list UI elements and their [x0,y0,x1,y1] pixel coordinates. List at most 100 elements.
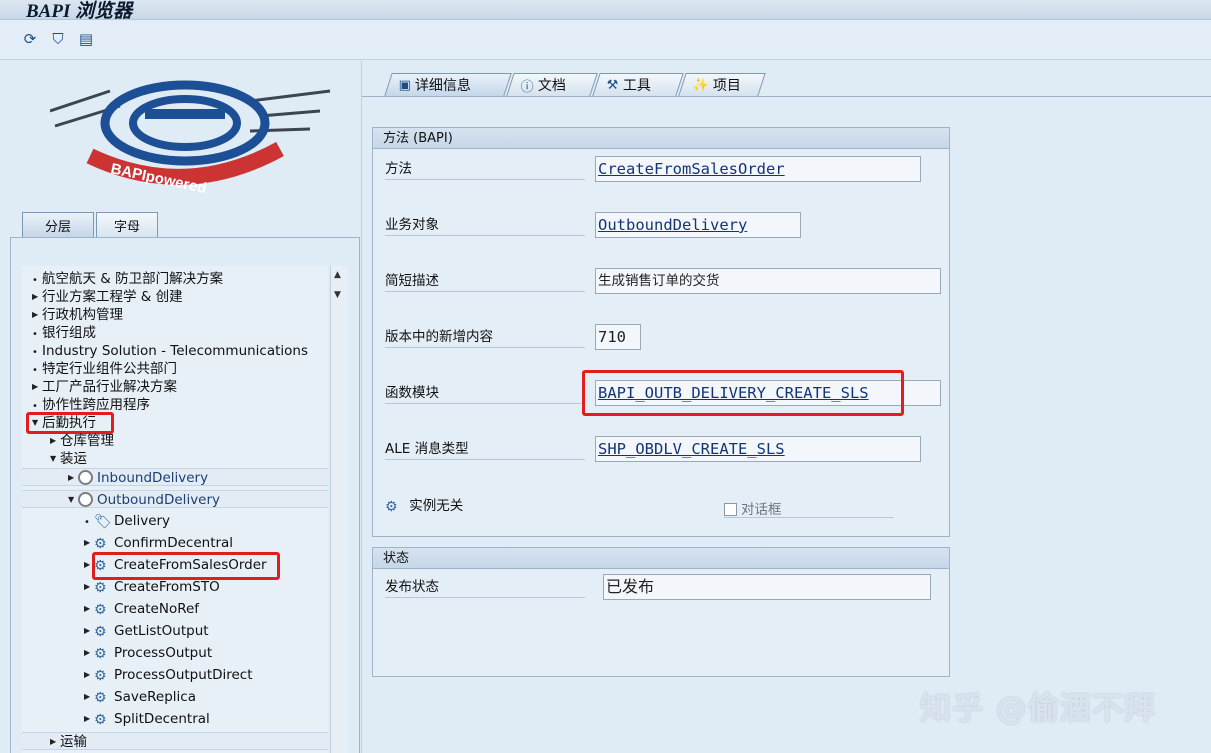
tree-node[interactable]: • Industry Solution - Telecommunications [22,342,308,360]
tree-node-label: ConfirmDecentral [114,535,234,551]
bullet-icon[interactable]: • [84,514,94,532]
tab-hierarchy[interactable]: 分层 [22,212,94,238]
tab-tools[interactable]: ⚒ 工具 [592,73,684,96]
collapse-arrow-icon[interactable]: ▶ [32,306,42,324]
collapse-arrow-icon[interactable]: ▶ [84,688,94,706]
tree-node[interactable]: ▶ ⚙ ProcessOutput [22,644,212,662]
tree-node-label: Industry Solution - Telecommunications [42,343,309,359]
tree-node[interactable]: ▶ ⚙ GetListOutput [22,622,209,640]
method-gear-icon: ⚙ [94,690,107,706]
tools-icon: ⚒ [606,77,619,93]
filter-icon[interactable]: ⛉ [48,29,68,49]
tree-node-label: 仓库管理 [60,433,114,449]
expand-arrow-icon[interactable]: ▼ [68,491,78,509]
scroll-up-icon[interactable]: ▲ [334,270,341,280]
business-object-field[interactable]: OutboundDelivery [595,212,801,238]
scroll-down-icon[interactable]: ▼ [334,290,341,300]
details-icon: ▣ [398,77,412,93]
tree-node-label: 行政机构管理 [42,307,123,323]
tree-node-label: CreateNoRef [114,601,200,617]
collapse-arrow-icon[interactable]: ▶ [84,644,94,662]
tree-node[interactable]: ▶ ⚙ CreateFromSTO [22,578,220,596]
release-status-field[interactable]: 已发布 [603,574,931,600]
tree-node-label: CreateFromSTO [114,579,220,595]
method-gear-icon: ⚙ [94,624,107,640]
tree-node[interactable]: ▼ OutboundDelivery [22,490,328,508]
tree-node[interactable]: • 特定行业组件公共部门 [22,360,177,378]
tree-node[interactable]: ▶ ⚙ SplitDecentral [22,710,210,728]
tree-node[interactable]: ▶ ⚙ SaveReplica [22,688,196,706]
title-bar: BAPI 浏览器 [0,0,1211,22]
collapse-arrow-icon[interactable]: ▶ [84,666,94,684]
collapse-arrow-icon[interactable]: ▶ [50,733,60,751]
collapse-arrow-icon[interactable]: ▶ [84,600,94,618]
tree-node-label: SplitDecentral [114,711,210,727]
key-field-icon: 🏷 [94,514,112,530]
business-object-icon [78,492,93,507]
tree-node[interactable]: ▶ ⚙ ConfirmDecentral [22,534,233,552]
highlight-logistics [26,412,114,434]
tree-node[interactable]: ▶ 行政机构管理 [22,306,123,324]
function-module-highlight [582,370,904,416]
tree-scrollbar[interactable]: ▲ ▼ [330,266,348,753]
tree-node-label: 行业方案工程学 & 创建 [42,289,183,305]
collapse-arrow-icon[interactable]: ▶ [32,288,42,306]
method-group: 方法 (BAPI) 方法 CreateFromSalesOrder 业务对象 O… [372,127,950,537]
tree-node-label: GetListOutput [114,623,209,639]
tree-node-label: 航空航天 & 防卫部门解决方案 [42,271,224,287]
method-field[interactable]: CreateFromSalesOrder [595,156,921,182]
tree-node[interactable]: ▶ InboundDelivery [22,468,328,486]
tree-node[interactable]: • 航空航天 & 防卫部门解决方案 [22,270,223,288]
method-gear-icon: ⚙ [94,712,107,728]
collapse-arrow-icon[interactable]: ▶ [84,710,94,728]
tree-node[interactable]: ▶ 工厂产品行业解决方案 [22,378,177,396]
collapse-arrow-icon[interactable]: ▶ [84,534,94,552]
collapse-arrow-icon[interactable]: ▶ [84,578,94,596]
collapse-arrow-icon[interactable]: ▶ [84,622,94,640]
ale-field[interactable]: SHP_OBDLV_CREATE_SLS [595,436,921,462]
refresh-icon[interactable]: ⟳ [20,29,40,49]
tree-node[interactable]: ▶ ⚙ ProcessOutputDirect [22,666,253,684]
instance-row: ⚙ 实例无关 [385,498,464,515]
short-desc-field[interactable]: 生成销售订单的交货 [595,268,941,294]
release-field[interactable]: 710 [595,324,641,350]
tree-node[interactable]: • 银行组成 [22,324,96,342]
tree-node-label: 银行组成 [42,325,96,341]
tree-node-label: SaveReplica [114,689,196,705]
business-object-icon [78,470,93,485]
tree-node-label: 协作性跨应用程序 [42,397,150,413]
tree-node[interactable]: • 🏷 Delivery [22,512,170,530]
tab-project[interactable]: ✨ 项目 [678,73,766,96]
expand-arrow-icon[interactable]: ▼ [50,450,60,468]
highlight-create-from-sales-order [92,552,280,580]
toolbar: ⟳ ⛉ ▤ [0,20,1211,60]
instance-gear-icon: ⚙ [385,499,398,515]
short-desc-label: 简短描述 [385,270,585,292]
method-gear-icon: ⚙ [94,536,107,552]
tree-node[interactable]: ▶ 运输 [22,732,328,750]
tree-node-label: ProcessOutputDirect [114,667,253,683]
detail-panel: 方法 (BAPI) 方法 CreateFromSalesOrder 业务对象 O… [362,96,1211,753]
collapse-arrow-icon[interactable]: ▶ [32,378,42,396]
ale-label: ALE 消息类型 [385,438,585,460]
collapse-arrow-icon[interactable]: ▶ [50,432,60,450]
method-gear-icon: ⚙ [94,580,107,596]
tree-node[interactable]: ▼ 装运 [22,450,87,468]
tree-node[interactable]: ▶ 仓库管理 [22,432,114,450]
tree-node[interactable]: ▶ ⚙ CreateNoRef [22,600,199,618]
tab-alphabet[interactable]: 字母 [96,212,158,238]
dialog-checkbox[interactable]: 对话框 [724,498,894,518]
method-label: 方法 [385,158,585,180]
checkbox-box[interactable] [724,503,737,516]
release-status-label: 发布状态 [385,576,585,598]
tree-node-label: InboundDelivery [97,470,209,486]
tree-node-label: 装运 [60,451,87,467]
tree-node[interactable]: ▶ 行业方案工程学 & 创建 [22,288,183,306]
status-group: 状态 发布状态 已发布 [372,547,950,677]
bapi-tree: • 航空航天 & 防卫部门解决方案 ▶ 行业方案工程学 & 创建 ▶ 行政机构管理 • 银行组… [22,266,328,753]
tab-details[interactable]: ▣ 详细信息 [384,73,512,96]
collapse-arrow-icon[interactable]: ▶ [68,469,78,487]
list-icon[interactable]: ▤ [76,29,96,49]
tab-docs[interactable]: ⓘ 文档 [506,73,598,96]
tree-node-label: Delivery [114,513,171,529]
